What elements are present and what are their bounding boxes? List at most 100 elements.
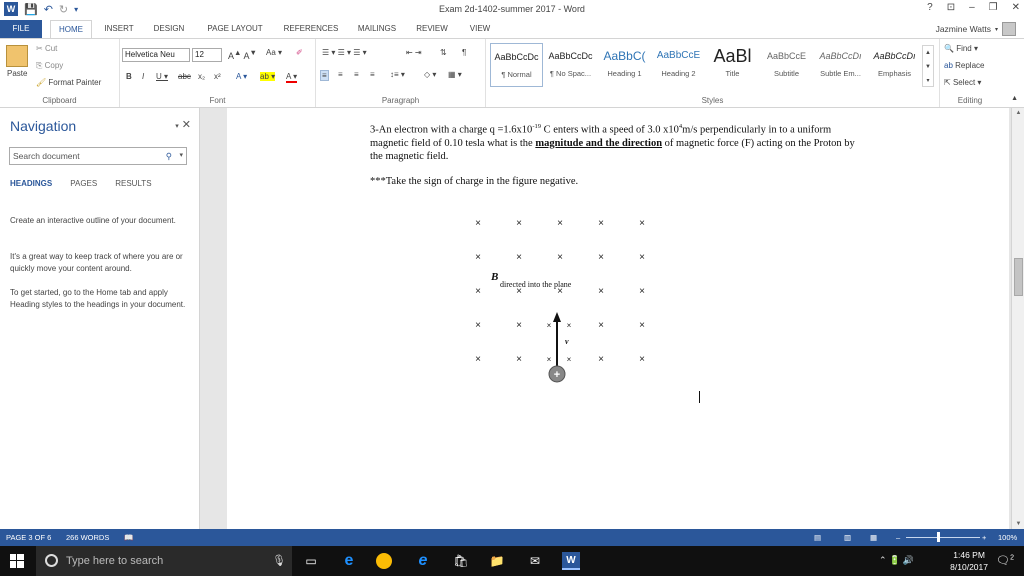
help-icon[interactable]: ? <box>927 2 933 13</box>
highlight-button[interactable]: ab ▾ <box>260 72 276 81</box>
scroll-down-icon[interactable]: ▼ <box>1012 521 1024 527</box>
search-icon[interactable]: ⚲ <box>166 148 172 164</box>
ie-icon[interactable]: e <box>414 552 432 570</box>
style-heading-2[interactable]: AaBbCcE Heading 2 <box>652 43 705 87</box>
cut-button[interactable]: ✂ Cut <box>36 44 57 53</box>
page-count[interactable]: PAGE 3 OF 6 <box>6 533 51 542</box>
zoom-slider[interactable] <box>906 537 980 538</box>
file-explorer-icon[interactable]: 📁 <box>488 552 506 570</box>
tab-insert[interactable]: INSERT <box>100 20 138 38</box>
close-icon[interactable]: ✕ <box>1012 2 1020 13</box>
tab-page-layout[interactable]: PAGE LAYOUT <box>200 20 270 38</box>
align-center-button[interactable]: ≡ <box>338 70 343 79</box>
windows-start-icon[interactable] <box>10 554 24 568</box>
word-count[interactable]: 266 WORDS <box>66 533 109 542</box>
print-layout-icon[interactable]: ▥ <box>844 533 851 542</box>
zoom-slider-thumb[interactable] <box>937 532 940 542</box>
system-tray[interactable]: ⌃ 🔋 🔊 <box>879 555 914 566</box>
zoom-out-icon[interactable]: – <box>896 533 900 542</box>
store-icon[interactable]: 🛍 <box>452 552 470 570</box>
select-button[interactable]: ⇱ Select ▾ <box>944 78 981 87</box>
tab-home[interactable]: HOME <box>50 20 92 38</box>
strikethrough-button[interactable]: abc <box>178 72 191 81</box>
style-subtitle[interactable]: AaBbCcE Subtitle <box>760 43 813 87</box>
styles-group: AaBbCcDc ¶ Normal AaBbCcDc ¶ No Spac... … <box>486 39 940 107</box>
line-spacing-button[interactable]: ↕≡ ▾ <box>390 70 405 79</box>
navigation-tabs: HEADINGS PAGES RESULTS <box>10 179 152 188</box>
bold-button[interactable]: B <box>126 72 132 81</box>
tab-view[interactable]: VIEW <box>462 20 498 38</box>
notification-icon[interactable]: 🗨2 <box>996 554 1014 567</box>
paste-button[interactable]: Paste <box>7 69 27 78</box>
style-heading-1[interactable]: AaBbC( Heading 1 <box>598 43 651 87</box>
task-view-icon[interactable]: ▭ <box>302 552 320 570</box>
tab-design[interactable]: DESIGN <box>148 20 190 38</box>
change-case-button[interactable]: Aa ▾ <box>266 48 282 57</box>
underline-button[interactable]: U ▾ <box>156 72 168 81</box>
copy-button[interactable]: ⎘ Copy <box>36 61 63 71</box>
navigation-close[interactable]: ▾ ✕ <box>175 118 191 131</box>
close-icon[interactable]: ✕ <box>182 119 191 131</box>
align-right-button[interactable]: ≡ <box>354 70 359 79</box>
indent-buttons[interactable]: ⇤ ⇥ <box>406 48 422 57</box>
minimize-icon[interactable]: – <box>969 2 975 13</box>
field-marker: × <box>598 320 604 331</box>
clock[interactable]: 1:46 PM 8/10/2017 <box>950 549 988 573</box>
word-taskbar-icon[interactable]: W <box>562 552 580 570</box>
edge-icon[interactable]: e <box>340 552 358 570</box>
text-effects-button[interactable]: A ▾ <box>236 72 247 81</box>
tab-mailings[interactable]: MAILINGS <box>352 20 402 38</box>
style-subtle-emphasis[interactable]: AaBbCcDı Subtle Em... <box>814 43 867 87</box>
collapse-ribbon-icon[interactable]: ▲ <box>1011 95 1018 102</box>
grow-font-button[interactable]: A▲ A▼ <box>228 48 257 61</box>
font-name-select[interactable]: Helvetica Neu <box>122 48 190 62</box>
read-mode-icon[interactable]: ▤ <box>814 533 821 542</box>
sort-button[interactable]: ⇅ <box>440 48 447 57</box>
style-no-spacing[interactable]: AaBbCcDc ¶ No Spac... <box>544 43 597 87</box>
paste-icon[interactable] <box>6 45 28 67</box>
tab-headings[interactable]: HEADINGS <box>10 179 52 188</box>
taskbar-search[interactable]: Type here to search <box>36 546 292 576</box>
user-account[interactable]: Jazmine Watts ▾ <box>936 22 1016 36</box>
tab-references[interactable]: REFERENCES <box>280 20 342 38</box>
font-size-select[interactable]: 12 <box>192 48 222 62</box>
document-page[interactable]: 3-An electron with a charge q =1.6x10-19… <box>227 108 1009 529</box>
show-marks-button[interactable]: ¶ <box>462 48 466 57</box>
style-title[interactable]: AaBl Title <box>706 43 759 87</box>
shading-button[interactable]: ◇ ▾ <box>424 70 436 79</box>
web-layout-icon[interactable]: ▦ <box>870 533 877 542</box>
style-normal[interactable]: AaBbCcDc ¶ Normal <box>490 43 543 87</box>
scroll-thumb[interactable] <box>1014 258 1023 296</box>
ribbon-display-icon[interactable]: ⊡ <box>947 2 955 13</box>
chevron-down-icon[interactable]: ▾ <box>175 123 179 130</box>
zoom-in-icon[interactable]: + <box>982 533 986 542</box>
format-painter-button[interactable]: 🖌 Format Painter <box>36 78 101 87</box>
scroll-up-icon[interactable]: ▲ <box>1012 110 1024 116</box>
tab-pages[interactable]: PAGES <box>70 179 97 188</box>
borders-button[interactable]: ▦ ▾ <box>448 70 462 79</box>
chrome-icon[interactable] <box>376 553 392 569</box>
vertical-scrollbar[interactable]: ▲ ▼ <box>1011 108 1024 529</box>
bullets-button[interactable]: ☰ ▾ ☰ ▾ ☰ ▾ <box>322 48 367 57</box>
proofing-icon[interactable]: 📖 <box>124 533 133 542</box>
tab-review[interactable]: REVIEW <box>412 20 452 38</box>
style-emphasis[interactable]: AaBbCcDı Emphasis <box>868 43 921 87</box>
mail-icon[interactable]: ✉ <box>526 552 544 570</box>
styles-scroll-buttons[interactable]: ▲ ▼ ▾ <box>922 45 934 87</box>
tab-file[interactable]: FILE <box>0 20 42 38</box>
zoom-level[interactable]: 100% <box>998 533 1017 542</box>
justify-button[interactable]: ≡ <box>370 70 375 79</box>
replace-button[interactable]: ab Replace <box>944 61 984 70</box>
restore-icon[interactable]: ❐ <box>989 2 998 13</box>
clear-formatting-icon[interactable]: ✐ <box>296 48 303 57</box>
superscript-button[interactable]: x² <box>214 72 221 81</box>
microphone-icon[interactable]: 🎙 <box>272 554 286 567</box>
italic-button[interactable]: I <box>142 72 144 81</box>
search-input[interactable]: Search document ⚲ ▾ <box>9 147 187 165</box>
tab-results[interactable]: RESULTS <box>115 179 151 188</box>
align-left-button[interactable]: ≡ <box>320 70 329 81</box>
font-color-button[interactable]: A ▾ <box>286 72 298 83</box>
chevron-down-icon[interactable]: ▾ <box>179 148 183 164</box>
subscript-button[interactable]: x₂ <box>198 72 205 81</box>
find-button[interactable]: 🔍 Find ▾ <box>944 44 978 53</box>
